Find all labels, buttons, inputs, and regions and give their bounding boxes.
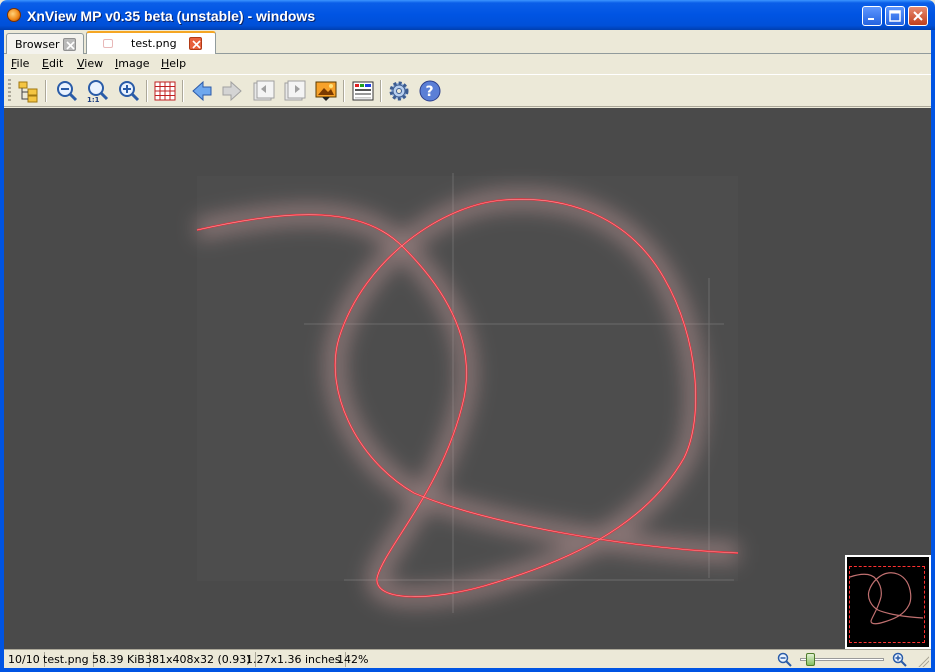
- color-adjust-button[interactable]: [351, 79, 375, 103]
- color-adjust-icon: [352, 81, 374, 101]
- toolbar-separator: [146, 80, 148, 102]
- previous-arrow-icon: [192, 80, 212, 102]
- xnview-app-icon[interactable]: [7, 8, 21, 22]
- window-title: XnView MP v0.35 beta (unstable) - window…: [27, 8, 316, 24]
- zoom-actual-size-icon: 1:1: [87, 80, 109, 103]
- zoom-actual-size-button[interactable]: 1:1: [86, 79, 110, 103]
- navigator-viewport-frame[interactable]: [849, 566, 925, 643]
- tab-bar: Browser test.png: [4, 30, 931, 55]
- zoom-in-button[interactable]: [117, 79, 141, 103]
- title-bar[interactable]: XnView MP v0.35 beta (unstable) - window…: [0, 0, 935, 30]
- svg-text:1:1: 1:1: [87, 96, 100, 103]
- toolbar-separator: [45, 80, 47, 102]
- zoom-slider-thumb[interactable]: [806, 653, 815, 666]
- tab-test-png[interactable]: test.png: [86, 31, 216, 55]
- last-page-button[interactable]: [283, 79, 307, 103]
- zoom-out-button[interactable]: [55, 79, 79, 103]
- browser-tree-button[interactable]: [16, 79, 40, 103]
- minimize-button[interactable]: [862, 6, 882, 26]
- menu-edit[interactable]: Edit: [42, 57, 63, 70]
- navigator-thumbnail[interactable]: [845, 555, 931, 649]
- tab-test-png-close-button[interactable]: [189, 37, 202, 50]
- close-icon: [192, 40, 201, 49]
- first-page-icon: [253, 80, 275, 101]
- grid-button[interactable]: [153, 79, 177, 103]
- menu-bar: File Edit View Image Help: [4, 54, 931, 73]
- status-zoom-in-button[interactable]: [892, 652, 908, 668]
- window-frame-right: [931, 30, 935, 672]
- status-bar: 10/10 test.png 58.39 KiB 381x408x32 (0.9…: [4, 649, 931, 668]
- slideshow-icon: [315, 81, 337, 101]
- minimize-icon: [868, 18, 874, 20]
- help-button[interactable]: ?: [418, 79, 442, 103]
- status-print-size: 1.27x1.36 inches: [242, 652, 346, 667]
- tab-browser-close-button[interactable]: [63, 38, 76, 51]
- maximize-button[interactable]: [885, 6, 905, 26]
- menu-image[interactable]: Image: [115, 57, 149, 70]
- slideshow-button[interactable]: [314, 79, 338, 103]
- close-icon: [913, 11, 923, 21]
- toolbar-grip[interactable]: [8, 79, 11, 103]
- close-button[interactable]: [908, 6, 928, 26]
- status-dimensions: 381x408x32 (0.93): [141, 652, 256, 667]
- status-zoom: 142%: [337, 653, 369, 666]
- zoom-in-icon: [892, 652, 907, 667]
- close-icon: [66, 41, 75, 50]
- next-arrow-icon: [222, 80, 242, 102]
- zoom-in-icon: [119, 81, 140, 102]
- tab-browser-label: Browser: [15, 38, 60, 51]
- toolbar-separator: [182, 80, 184, 102]
- maximize-icon: [889, 10, 901, 22]
- first-page-button[interactable]: [252, 79, 276, 103]
- last-page-icon: [284, 80, 306, 101]
- previous-button[interactable]: [190, 79, 214, 103]
- tab-test-png-label: test.png: [131, 37, 177, 50]
- displayed-image: [194, 173, 739, 613]
- toolbar-separator: [343, 80, 345, 102]
- grid-icon: [154, 81, 176, 101]
- next-button[interactable]: [220, 79, 244, 103]
- menu-file[interactable]: File: [11, 57, 29, 70]
- tab-browser[interactable]: Browser: [6, 33, 84, 54]
- status-filename: test.png: [39, 652, 94, 667]
- image-viewer[interactable]: [4, 108, 931, 649]
- menu-help[interactable]: Help: [161, 57, 186, 70]
- zoom-out-icon: [57, 81, 78, 102]
- svg-text:?: ?: [426, 84, 434, 100]
- image-file-icon: [103, 39, 113, 48]
- settings-button[interactable]: [387, 79, 411, 103]
- window-frame-bottom: [0, 668, 935, 672]
- settings-gear-icon: [389, 81, 409, 101]
- toolbar-separator: [380, 80, 382, 102]
- zoom-out-icon: [777, 652, 792, 667]
- menu-view[interactable]: View: [77, 57, 103, 70]
- help-icon: ?: [419, 80, 441, 102]
- status-zoom-out-button[interactable]: [777, 652, 793, 668]
- toolbar: 1:1 ?: [4, 74, 931, 107]
- resize-grip[interactable]: [917, 655, 929, 667]
- browser-tree-icon: [18, 81, 38, 103]
